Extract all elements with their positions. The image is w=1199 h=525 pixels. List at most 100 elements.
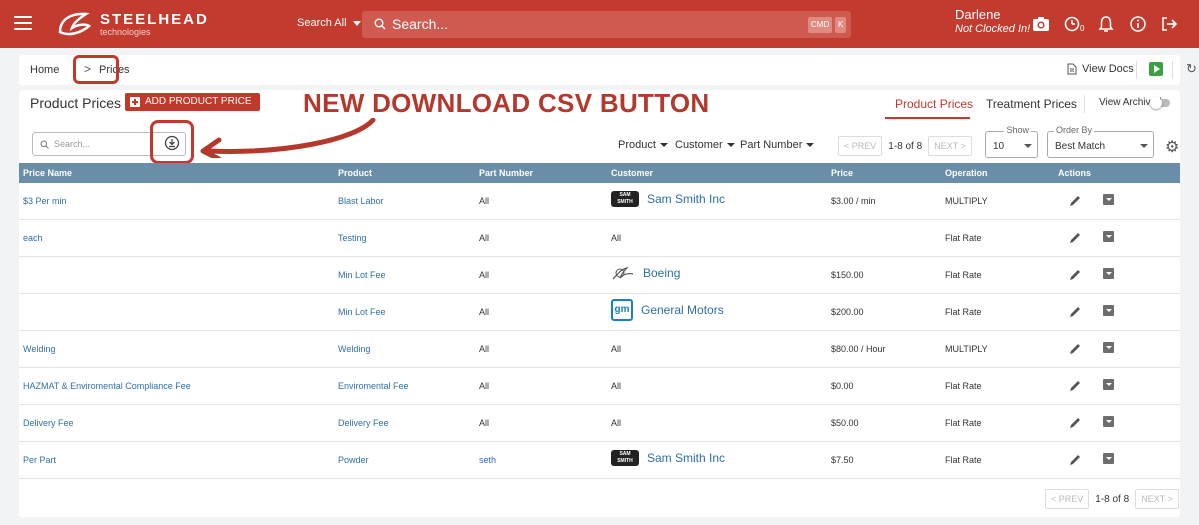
- view-archived-toggle[interactable]: [1150, 97, 1170, 109]
- refresh-icon[interactable]: ↻: [1186, 61, 1197, 77]
- table-row[interactable]: Delivery Fee Delivery Fee All $50.00 Flat Ra…: [19, 405, 1180, 442]
- bottom-pager: < PREV 1-8 of 8 NEXT >: [1045, 489, 1179, 509]
- cell-product[interactable]: Welding: [338, 344, 370, 354]
- sam-smith-logo: SAM SMITH: [611, 450, 639, 466]
- camera-icon[interactable]: [1031, 14, 1051, 34]
- next-page-button[interactable]: NEXT >: [928, 136, 972, 156]
- edit-icon[interactable]: [1068, 379, 1082, 393]
- logout-icon[interactable]: [1159, 14, 1179, 34]
- col-price[interactable]: Price: [831, 168, 853, 178]
- edit-icon[interactable]: [1068, 231, 1082, 245]
- edit-icon[interactable]: [1068, 268, 1082, 282]
- edit-icon[interactable]: [1068, 342, 1082, 356]
- table-row[interactable]: Min Lot Fee All $150.00 Flat Rate Boeing: [19, 257, 1180, 294]
- cell-customer: All: [611, 418, 622, 428]
- cell-price-name[interactable]: HAZMAT & Enviromental Compliance Fee: [23, 381, 191, 391]
- cell-operation: MULTIPLY: [945, 344, 988, 354]
- play-icon[interactable]: [1149, 62, 1163, 76]
- steelhead-logo-icon: [58, 12, 92, 36]
- archive-icon[interactable]: [1103, 231, 1114, 242]
- col-operation[interactable]: Operation: [945, 168, 988, 178]
- cell-product[interactable]: Min Lot Fee: [338, 270, 386, 280]
- customer-filter-label: Customer: [675, 139, 723, 151]
- archive-icon[interactable]: [1103, 268, 1114, 279]
- edit-icon[interactable]: [1068, 416, 1082, 430]
- prev-page-button[interactable]: < PREV: [838, 136, 883, 156]
- cell-product[interactable]: Powder: [338, 455, 369, 465]
- archive-icon[interactable]: [1103, 194, 1114, 205]
- cell-operation: MULTIPLY: [945, 196, 988, 206]
- info-icon[interactable]: [1128, 14, 1148, 34]
- cell-customer[interactable]: SAM SMITH Sam Smith Inc: [611, 191, 725, 207]
- add-product-price-label: ADD PRODUCT PRICE: [145, 96, 252, 107]
- col-customer[interactable]: Customer: [611, 168, 653, 178]
- table-row[interactable]: Min Lot Fee All $200.00 Flat Rate gm General …: [19, 294, 1180, 331]
- cell-price-name[interactable]: Delivery Fee: [23, 418, 74, 428]
- view-docs-label: View Docs: [1082, 63, 1134, 75]
- cell-price-name[interactable]: Per Part: [23, 455, 56, 465]
- download-csv-icon[interactable]: [164, 135, 180, 151]
- menu-icon[interactable]: [14, 16, 32, 30]
- search-scope-label: Search All: [297, 17, 347, 29]
- cell-price-name[interactable]: $3 Per min: [23, 196, 67, 206]
- user-info[interactable]: Darlene Not Clocked In!: [955, 7, 1030, 36]
- edit-icon[interactable]: [1068, 194, 1082, 208]
- next-page-button[interactable]: NEXT >: [1135, 489, 1179, 509]
- logo[interactable]: STEELHEAD technologies: [56, 10, 209, 40]
- cell-product[interactable]: Delivery Fee: [338, 418, 389, 428]
- tab-treatment-prices[interactable]: Treatment Prices: [986, 97, 1077, 111]
- part-number-filter-dropdown[interactable]: Part Number: [740, 139, 815, 151]
- table-row[interactable]: HAZMAT & Enviromental Compliance Fee Envi…: [19, 368, 1180, 405]
- table-row[interactable]: Welding Welding All $80.00 / Hour MULTIPLY Al…: [19, 331, 1180, 368]
- cell-price-name[interactable]: each: [23, 233, 43, 243]
- cell-customer[interactable]: gm General Motors: [611, 299, 724, 321]
- show-count-select[interactable]: Show 10: [985, 125, 1038, 158]
- boeing-logo: [612, 267, 634, 280]
- archive-icon[interactable]: [1103, 453, 1114, 464]
- col-part-number[interactable]: Part Number: [479, 168, 533, 178]
- cell-price-name[interactable]: Welding: [23, 344, 55, 354]
- chevron-down-icon: [1140, 144, 1148, 148]
- edit-icon[interactable]: [1068, 305, 1082, 319]
- product-prices-panel: Product Prices ADD PRODUCT PRICE Product…: [19, 90, 1180, 517]
- cell-product[interactable]: Testing: [338, 233, 367, 243]
- global-search-input[interactable]: Search... CMD K: [362, 11, 851, 38]
- prev-page-button[interactable]: < PREV: [1045, 489, 1090, 509]
- order-by-value: Best Match: [1055, 141, 1106, 152]
- archive-icon[interactable]: [1103, 416, 1114, 427]
- show-count-legend: Show: [1004, 125, 1031, 135]
- cell-price: $200.00: [831, 307, 864, 317]
- table-row[interactable]: Per Part Powder seth $7.50 Flat Rate SAM SMIT…: [19, 442, 1180, 479]
- cell-customer[interactable]: SAM SMITH Sam Smith Inc: [611, 450, 725, 466]
- col-product[interactable]: Product: [338, 168, 372, 178]
- order-by-legend: Order By: [1054, 125, 1095, 135]
- cell-customer[interactable]: Boeing: [611, 265, 680, 281]
- cell-product[interactable]: Blast Labor: [338, 196, 384, 206]
- cell-product[interactable]: Enviromental Fee: [338, 381, 409, 391]
- logo-title: STEELHEAD: [100, 11, 209, 28]
- search-scope-dropdown[interactable]: Search All: [297, 17, 361, 29]
- gear-icon[interactable]: ⚙: [1165, 137, 1179, 157]
- customer-name: Boeing: [643, 266, 681, 280]
- search-icon: [40, 140, 49, 149]
- bell-icon[interactable]: [1096, 14, 1116, 34]
- breadcrumb-home[interactable]: Home: [30, 64, 59, 76]
- table-row[interactable]: $3 Per min Blast Labor All $3.00 / min MULTI…: [19, 183, 1180, 220]
- archive-icon[interactable]: [1103, 379, 1114, 390]
- cell-price: $7.50: [831, 455, 854, 465]
- customer-filter-dropdown[interactable]: Customer: [675, 139, 735, 151]
- edit-icon[interactable]: [1068, 453, 1082, 467]
- product-filter-dropdown[interactable]: Product: [618, 139, 668, 151]
- page-range: 1-8 of 8: [1095, 493, 1130, 505]
- archive-icon[interactable]: [1103, 305, 1114, 316]
- order-by-select[interactable]: Order By Best Match: [1047, 125, 1154, 158]
- cell-part-number[interactable]: seth: [479, 455, 496, 465]
- tab-product-prices[interactable]: Product Prices: [895, 97, 973, 111]
- view-docs-link[interactable]: View Docs: [1067, 63, 1134, 75]
- add-product-price-button[interactable]: ADD PRODUCT PRICE: [125, 93, 260, 111]
- kbd-k: K: [835, 17, 847, 33]
- archive-icon[interactable]: [1103, 342, 1114, 353]
- cell-product[interactable]: Min Lot Fee: [338, 307, 386, 317]
- table-row[interactable]: each Testing All Flat Rate All: [19, 220, 1180, 257]
- col-price-name[interactable]: Price Name: [23, 168, 72, 178]
